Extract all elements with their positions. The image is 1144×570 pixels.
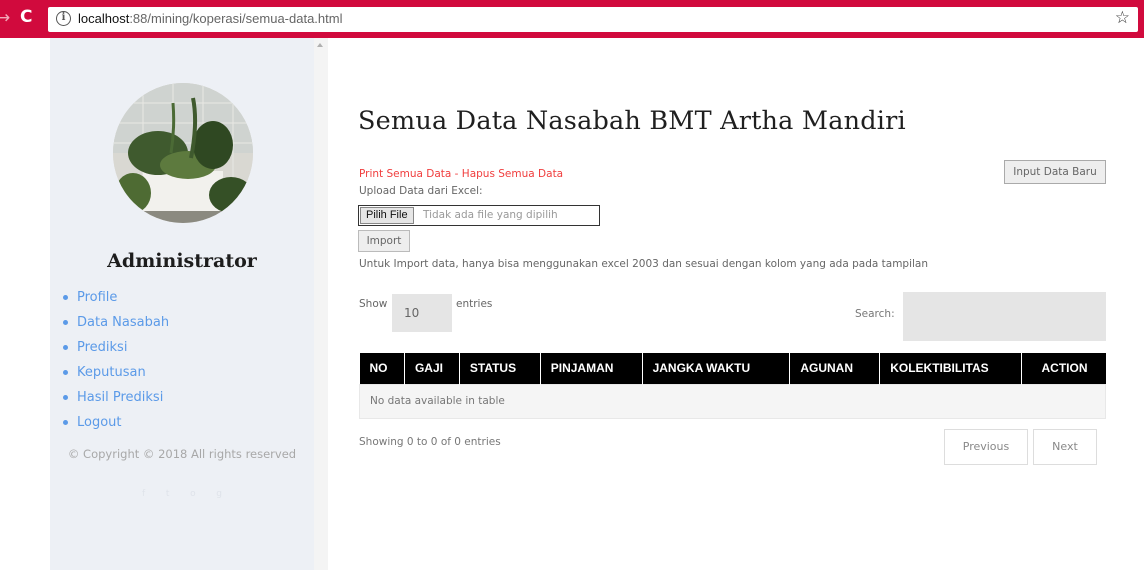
sidebar-nav: Profile Data Nasabah Prediksi Keputusan … bbox=[63, 285, 169, 435]
sidebar-item-label[interactable]: Keputusan bbox=[77, 365, 146, 380]
avatar-plant-image bbox=[113, 83, 253, 223]
sidebar-scrollbar[interactable] bbox=[314, 38, 328, 570]
page-title: Semua Data Nasabah BMT Artha Mandiri bbox=[358, 106, 906, 136]
sidebar-item-hasil-prediksi[interactable]: Hasil Prediksi bbox=[63, 385, 169, 410]
bullet-icon bbox=[63, 395, 68, 400]
url-text[interactable]: localhost:88/mining/koperasi/semua-data.… bbox=[78, 11, 342, 26]
import-button[interactable]: Import bbox=[358, 230, 410, 252]
avatar bbox=[113, 83, 253, 223]
facebook-icon[interactable]: f bbox=[142, 489, 145, 499]
sidebar-item-prediksi[interactable]: Prediksi bbox=[63, 335, 169, 360]
column-header[interactable]: ACTION bbox=[1021, 353, 1106, 384]
scroll-up-icon[interactable] bbox=[317, 43, 323, 47]
entries-label: entries bbox=[456, 298, 493, 310]
sidebar-item-data-nasabah[interactable]: Data Nasabah bbox=[63, 310, 169, 335]
address-bar[interactable]: i localhost:88/mining/koperasi/semua-dat… bbox=[48, 7, 1138, 32]
bullet-icon bbox=[63, 345, 68, 350]
info-icon[interactable]: i bbox=[56, 11, 71, 26]
entries-select[interactable]: 10 bbox=[392, 294, 452, 332]
table-row: No data available in table bbox=[359, 383, 1106, 419]
sidebar: Administrator Profile Data Nasabah Predi… bbox=[50, 38, 314, 570]
star-icon[interactable]: ☆ bbox=[1115, 8, 1130, 28]
table-info: Showing 0 to 0 of 0 entries bbox=[359, 436, 501, 448]
browser-toolbar: → C i localhost:88/mining/koperasi/semua… bbox=[0, 0, 1144, 38]
sidebar-item-profile[interactable]: Profile bbox=[63, 285, 169, 310]
url-host: localhost bbox=[78, 11, 130, 26]
column-header[interactable]: JANGKA WAKTU bbox=[642, 353, 791, 384]
sidebar-item-logout[interactable]: Logout bbox=[63, 410, 169, 435]
column-header[interactable]: NO bbox=[359, 353, 405, 384]
data-table: NO GAJI STATUS PINJAMAN JANGKA WAKTU AGU… bbox=[359, 353, 1106, 419]
search-label: Search: bbox=[855, 308, 895, 320]
url-path: :88/mining/koperasi/semua-data.html bbox=[129, 11, 343, 26]
sidebar-item-label[interactable]: Prediksi bbox=[77, 340, 127, 355]
bullet-icon bbox=[63, 420, 68, 425]
previous-button[interactable]: Previous bbox=[944, 429, 1028, 465]
search-input[interactable] bbox=[903, 292, 1106, 341]
choose-file-button[interactable]: Pilih File bbox=[360, 207, 414, 224]
column-header[interactable]: STATUS bbox=[459, 353, 541, 384]
upload-label: Upload Data dari Excel: bbox=[359, 185, 483, 197]
sidebar-item-label[interactable]: Profile bbox=[77, 290, 117, 305]
column-header[interactable]: GAJI bbox=[404, 353, 460, 384]
sidebar-title: Administrator bbox=[107, 250, 257, 272]
sidebar-item-label[interactable]: Logout bbox=[77, 415, 122, 430]
column-header[interactable]: KOLEKTIBILITAS bbox=[879, 353, 1023, 384]
file-status: Tidak ada file yang dipilih bbox=[423, 209, 558, 221]
next-button[interactable]: Next bbox=[1033, 429, 1097, 465]
file-input[interactable]: Pilih File Tidak ada file yang dipilih bbox=[358, 205, 600, 226]
print-delete-links[interactable]: Print Semua Data - Hapus Semua Data bbox=[359, 168, 563, 180]
sidebar-item-keputusan[interactable]: Keputusan bbox=[63, 360, 169, 385]
table-header-row: NO GAJI STATUS PINJAMAN JANGKA WAKTU AGU… bbox=[359, 353, 1106, 384]
browser-nav: → C bbox=[0, 7, 50, 30]
github-icon[interactable]: g bbox=[216, 489, 222, 499]
sidebar-item-label[interactable]: Data Nasabah bbox=[77, 315, 169, 330]
sidebar-item-label[interactable]: Hasil Prediksi bbox=[77, 390, 163, 405]
show-label: Show bbox=[359, 298, 388, 310]
column-header[interactable]: AGUNAN bbox=[789, 353, 881, 384]
copyright-text: © Copyright © 2018 All rights reserved bbox=[67, 447, 297, 461]
twitter-icon[interactable]: t bbox=[166, 489, 170, 499]
bullet-icon bbox=[63, 320, 68, 325]
import-note: Untuk Import data, hanya bisa menggunaka… bbox=[359, 258, 929, 270]
back-icon[interactable]: → bbox=[0, 8, 10, 28]
bullet-icon bbox=[63, 295, 68, 300]
reload-icon[interactable]: C bbox=[20, 7, 32, 27]
instagram-icon[interactable]: o bbox=[190, 489, 196, 499]
social-links: f t o g bbox=[142, 489, 222, 499]
empty-table-message: No data available in table bbox=[359, 383, 1106, 419]
input-data-baru-button[interactable]: Input Data Baru bbox=[1004, 160, 1106, 184]
column-header[interactable]: PINJAMAN bbox=[540, 353, 643, 384]
bullet-icon bbox=[63, 370, 68, 375]
